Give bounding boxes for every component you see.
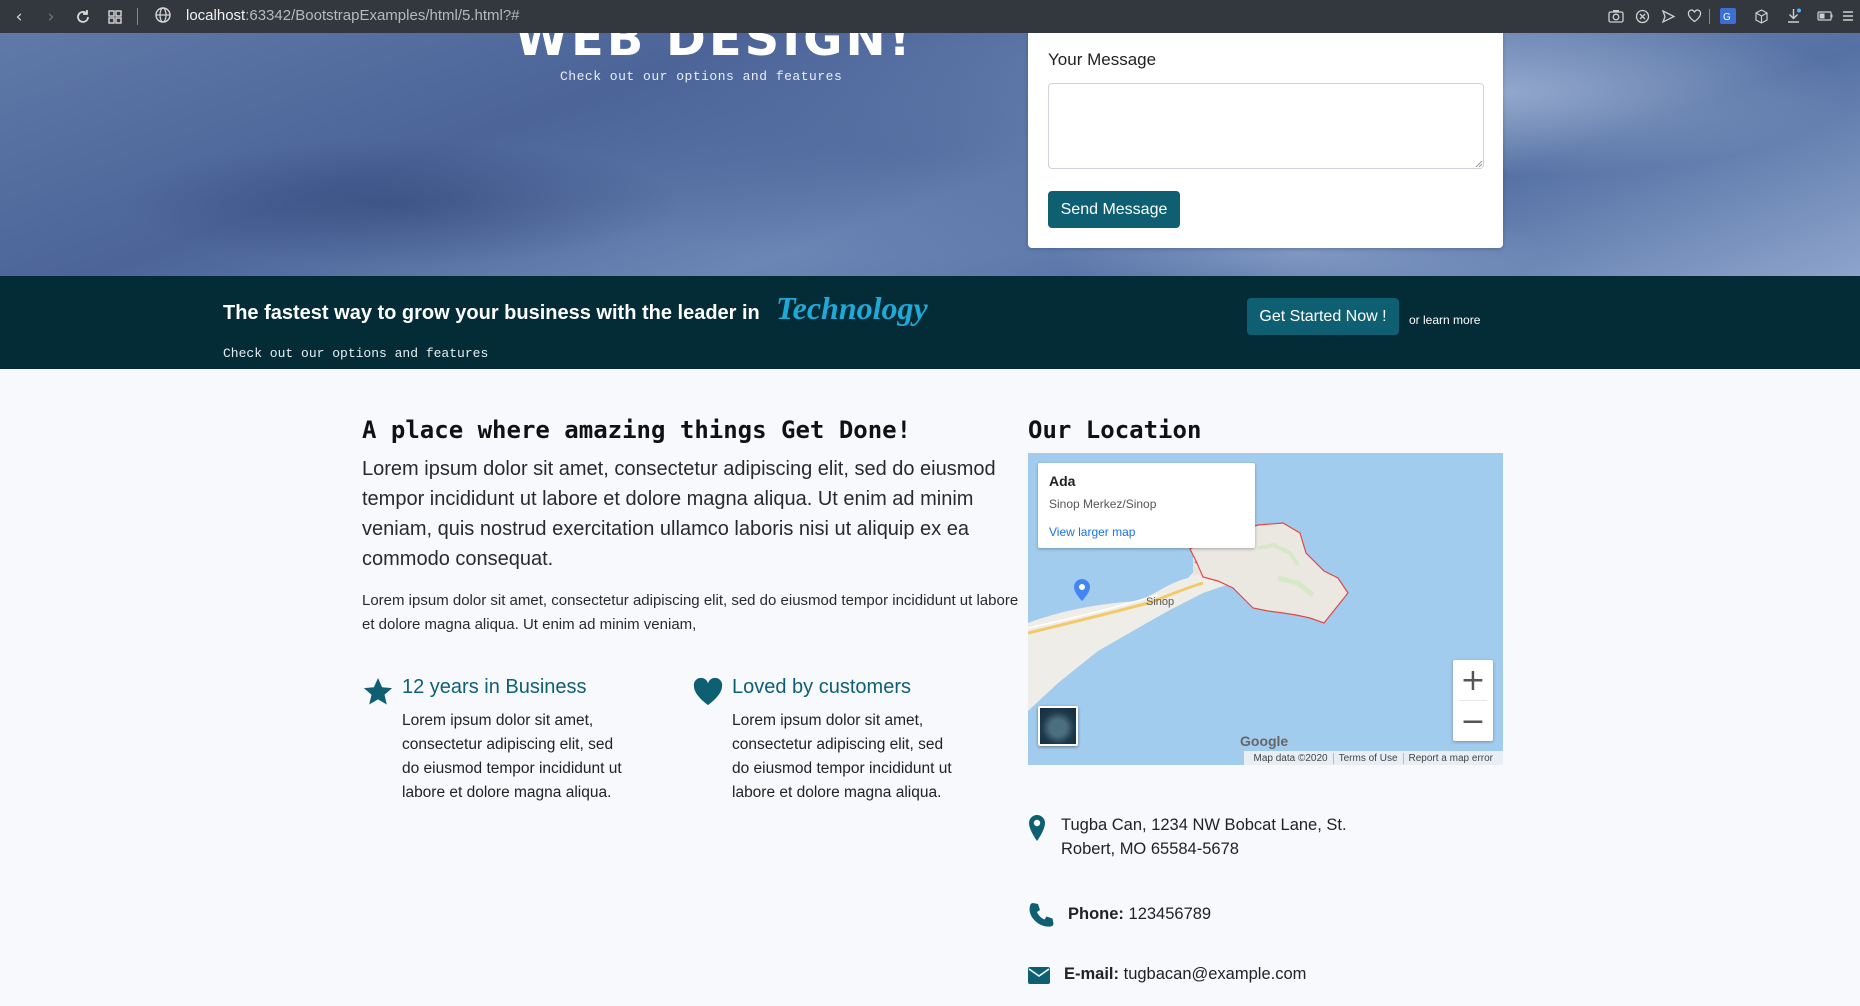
map-footer: Map data ©2020 Terms of Use Report a map… [1243, 751, 1503, 765]
star-icon [363, 678, 393, 705]
back-icon[interactable]: ‹ [7, 5, 31, 29]
map-city-label: Sinop [1146, 596, 1174, 608]
band-headline: The fastest way to grow your business wi… [223, 302, 760, 324]
location-heading-bold: Location [1085, 416, 1202, 444]
envelope-icon [1028, 967, 1050, 984]
reload-icon[interactable] [71, 5, 95, 29]
toolbar-divider [137, 8, 138, 25]
map-place-card: Ada Sinop Merkez/Sinop View larger map [1038, 463, 1255, 548]
view-larger-map-link[interactable]: View larger map [1049, 525, 1135, 539]
message-label: Your Message [1048, 50, 1157, 69]
map-zoom-control: + − [1453, 660, 1493, 741]
feature-title: 12 years in Business [402, 676, 587, 698]
address-bar[interactable]: localhost:63342/BootstrapExamples/html/5… [186, 7, 520, 24]
phone-icon [1029, 903, 1054, 927]
feature-text: Lorem ipsum dolor sit amet, consectetur … [732, 712, 952, 801]
extension-cube-icon[interactable] [1751, 6, 1771, 26]
feature-title: Loved by customers [732, 676, 911, 698]
about-heading-plain: A place where amazing things [362, 416, 782, 444]
address-text: Tugba Can, 1234 NW Bobcat Lane, St. Robe… [1061, 816, 1347, 858]
map-marker-icon[interactable] [1074, 579, 1090, 601]
map-data-credit: Map data ©2020 [1253, 752, 1328, 764]
location-heading-plain: Our [1028, 416, 1086, 444]
map-pin-icon [1029, 815, 1045, 841]
phone-label: Phone: [1068, 905, 1124, 923]
phone-number: 123456789 [1128, 905, 1212, 923]
toolbar-divider [1709, 9, 1710, 24]
url-host: localhost [186, 7, 246, 24]
about-heading: A place where amazing things Get Done! [362, 416, 911, 444]
download-icon[interactable] [1783, 6, 1803, 26]
battery-icon [1815, 6, 1835, 26]
browser-toolbar: ‹ › localhost:63342/BootstrapExamples/ht… [0, 0, 1860, 33]
hero-subtitle: Check out our options and features [560, 69, 843, 84]
heart-icon [693, 677, 723, 705]
about-lead: Lorem ipsum dolor sit amet, consectetur … [362, 458, 996, 570]
map-place-address: Sinop Merkez/Sinop [1049, 497, 1157, 511]
forward-icon[interactable]: › [39, 5, 63, 29]
message-textarea[interactable] [1048, 83, 1484, 169]
send-icon[interactable] [1658, 6, 1678, 26]
location-heading: Our Location [1028, 416, 1201, 444]
translate-icon[interactable]: G [1718, 6, 1738, 26]
contact-form: Your Message Send Message [1028, 33, 1503, 248]
google-logo: Google [1240, 733, 1289, 749]
menu-icon[interactable] [1838, 6, 1858, 26]
email-address[interactable]: tugbacan@example.com [1124, 965, 1307, 983]
report-map-error-link[interactable]: Report a map error [1402, 752, 1498, 764]
hero-section: WEB DESIGN! Check out our options and fe… [0, 33, 1860, 276]
about-paragraph: Lorem ipsum dolor sit amet, consectetur … [362, 592, 1019, 633]
cta-band: The fastest way to grow your business wi… [0, 276, 1860, 369]
phone-text: Phone: 123456789 [1068, 902, 1211, 926]
satellite-toggle-button[interactable] [1038, 706, 1078, 746]
get-started-button[interactable]: Get Started Now ! [1247, 298, 1399, 335]
url-path: :63342/BootstrapExamples/html/5.html?# [245, 7, 520, 24]
favorite-heart-icon[interactable] [1684, 6, 1704, 26]
send-message-button[interactable]: Send Message [1048, 191, 1180, 228]
embedded-map[interactable]: Sinop Ada Sinop Merkez/Sinop View larger… [1028, 453, 1503, 765]
about-heading-bold: Get Done! [781, 416, 912, 444]
zoom-out-button[interactable]: − [1453, 701, 1493, 741]
learn-more-link[interactable]: or learn more [1409, 313, 1480, 327]
email-text: E-mail: tugbacan@example.com [1064, 962, 1306, 986]
camera-icon[interactable] [1606, 6, 1626, 26]
band-subtitle: Check out our options and features [223, 346, 489, 361]
block-icon[interactable] [1632, 6, 1652, 26]
site-info-globe-icon[interactable] [154, 6, 172, 24]
map-place-name: Ada [1049, 473, 1076, 489]
email-label: E-mail: [1064, 965, 1120, 983]
terms-of-use-link[interactable]: Terms of Use [1332, 752, 1403, 764]
band-accent-word: Technology [776, 290, 928, 326]
resize-handle-icon[interactable] [1475, 160, 1483, 168]
tabs-grid-icon[interactable] [103, 5, 127, 29]
svg-text:G: G [1723, 12, 1731, 23]
zoom-in-button[interactable]: + [1453, 660, 1493, 700]
feature-text: Lorem ipsum dolor sit amet, consectetur … [402, 712, 622, 801]
hero-title: WEB DESIGN! [515, 33, 914, 67]
